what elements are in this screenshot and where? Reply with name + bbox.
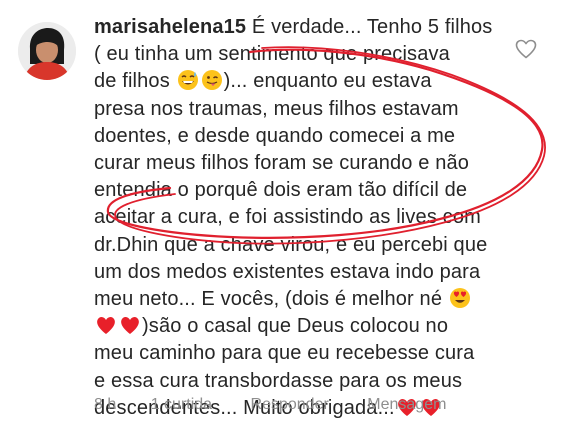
comment-line: meu caminho para que eu recebesse cura	[94, 342, 475, 365]
comment-text: marisahelena15 É verdade... Tenho 5 filh…	[94, 14, 508, 422]
comment-line: marisahelena15 É verdade... Tenho 5 filh…	[94, 16, 493, 38]
reply-button[interactable]: Responder	[251, 396, 329, 414]
comment-line: dr.Dhin que a chave virou, e eu percebi …	[94, 233, 488, 256]
instagram-comment: marisahelena15 É verdade... Tenho 5 filh…	[0, 0, 563, 429]
likes-count-link[interactable]: 1 curtida	[151, 396, 212, 414]
comment-line: presa nos traumas, meus filhos estavam	[94, 97, 459, 120]
red-heart-emoji	[95, 314, 117, 336]
winking-tongue-emoji	[201, 69, 223, 91]
comment-line: doentes, e desde quando comecei a me	[94, 124, 456, 147]
comment-line: ( eu tinha um sentimento que precisava	[94, 43, 450, 66]
grinning-sweat-emoji	[177, 69, 199, 91]
comment-line: )são o casal que Deus colocou no	[94, 313, 508, 340]
comment-line: um dos medos existentes estava indo para	[94, 260, 481, 283]
comment-line: entendia o porquê dois eram tão difícil …	[94, 179, 468, 202]
comment-time: 8 h	[94, 396, 117, 413]
heart-outline-icon[interactable]	[515, 39, 537, 59]
comment-line: meu neto... E vocês, (dois é melhor né	[94, 286, 508, 313]
comment-line: e essa cura transbordasse para os meus	[94, 369, 463, 392]
heart-eyes-emoji	[449, 287, 471, 309]
red-heart-emoji	[119, 314, 141, 336]
comment-line: aceitar a cura, e foi assistindo as live…	[94, 206, 481, 229]
comment-line: curar meus filhos foram se curando e não	[94, 152, 470, 175]
comment-line: de filhos )... enquanto eu estava	[94, 69, 432, 93]
comment-username[interactable]: marisahelena15	[94, 16, 246, 38]
user-avatar[interactable]	[18, 22, 76, 80]
comment-actions: 8 h 1 curtida Responder Mensagem	[94, 396, 446, 414]
message-button[interactable]: Mensagem	[367, 396, 446, 414]
